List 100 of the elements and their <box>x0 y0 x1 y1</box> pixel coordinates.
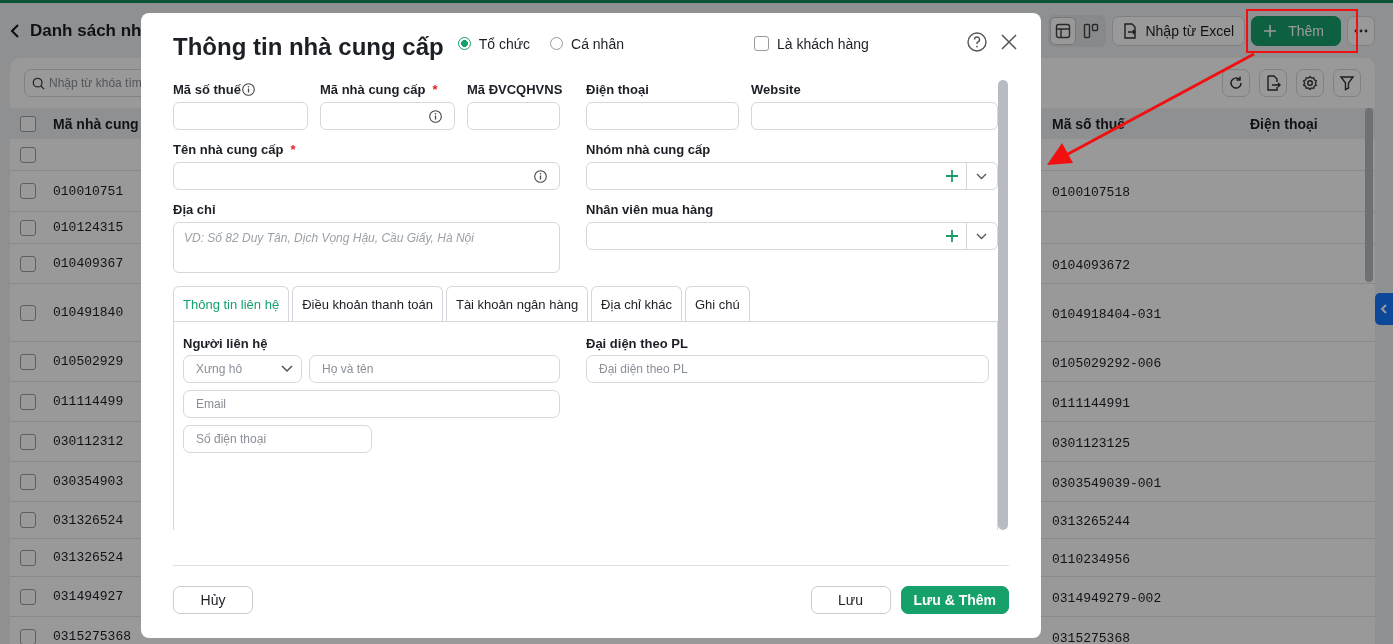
table-cell: 0111144991 <box>1052 395 1130 411</box>
board-icon <box>1083 22 1100 39</box>
refresh-icon <box>1228 75 1244 91</box>
supplier-code-field[interactable] <box>320 102 455 130</box>
chevron-down-icon[interactable] <box>976 172 987 180</box>
table-cell: 031326524 <box>53 550 124 565</box>
table-cell: 010409367 <box>53 256 124 271</box>
row-checkbox[interactable] <box>20 549 36 566</box>
supplier-name-field[interactable] <box>173 162 560 190</box>
row-checkbox[interactable] <box>20 393 36 410</box>
field-label: Website <box>751 81 801 97</box>
filter-button[interactable] <box>1333 69 1361 97</box>
field-label: Đại diện theo PL <box>586 335 688 351</box>
close-icon[interactable] <box>1001 33 1017 50</box>
cancel-button[interactable]: Hủy <box>173 586 253 614</box>
export-button[interactable] <box>1259 69 1287 97</box>
info-icon <box>241 82 255 96</box>
row-checkbox[interactable] <box>20 304 36 321</box>
phone-field[interactable] <box>586 102 739 130</box>
table-cell: 010491840 <box>53 305 124 320</box>
table-cell: 0314949279-002 <box>1052 590 1162 606</box>
table-view-button[interactable] <box>1050 16 1077 45</box>
table-cell: 0104093672 <box>1052 257 1130 273</box>
website-field[interactable] <box>751 102 998 130</box>
address-field[interactable]: VD: Số 82 Duy Tân, Dịch Vọng Hậu, Cầu Giấy, Hà Nội <box>173 222 560 273</box>
combo-field[interactable] <box>586 162 998 190</box>
row-checkbox[interactable] <box>20 255 36 272</box>
dialog-title: Thông tin nhà cung cấp <box>173 32 444 61</box>
field-label: Người liên hệ <box>183 335 268 351</box>
scrollbar[interactable] <box>1365 108 1373 282</box>
field-label: Điện thoại <box>586 81 649 97</box>
budget-code-field[interactable] <box>467 102 560 130</box>
table-cell: 010010751 <box>53 183 124 199</box>
back-icon[interactable] <box>10 23 20 38</box>
row-checkbox[interactable] <box>20 473 36 490</box>
row-checkbox[interactable] <box>20 146 36 163</box>
settings-icon <box>1302 75 1318 91</box>
radio-option[interactable]: Tổ chức <box>457 35 531 52</box>
full-name-field[interactable]: Họ và tên <box>309 355 560 383</box>
plus-icon <box>1264 24 1277 37</box>
row-checkbox[interactable] <box>20 183 36 199</box>
help-icon[interactable] <box>967 31 987 52</box>
table-cell: 0315275368 <box>53 629 131 644</box>
phone-number-field[interactable]: Số điện thoại <box>183 425 372 453</box>
email-field[interactable]: Email <box>183 390 560 418</box>
row-checkbox[interactable] <box>20 353 36 370</box>
select-all-checkbox[interactable] <box>20 115 36 132</box>
combo-field[interactable] <box>586 222 998 250</box>
table-cell: 0301123125 <box>1052 435 1130 451</box>
field-label: Nhân viên mua hàng <box>586 201 714 217</box>
tab[interactable]: Điều khoản thanh toán <box>292 286 443 321</box>
table-cell: 010124315 <box>53 220 124 235</box>
field-label: Mã nhà cung cấp <box>320 81 426 97</box>
table-icon <box>1055 22 1072 39</box>
tab[interactable]: Tài khoản ngân hàng <box>445 286 589 321</box>
chevron-down-icon[interactable] <box>976 232 987 240</box>
tab[interactable]: Ghi chú <box>684 286 750 321</box>
table-cell: 0100107518 <box>1052 185 1130 200</box>
table-cell: 0105029292-006 <box>1052 355 1162 371</box>
table-cell: 0104918404-031 <box>1052 306 1162 322</box>
chevron-left-icon <box>1380 304 1388 314</box>
tax-code-field[interactable] <box>173 102 308 130</box>
settings-button[interactable] <box>1296 69 1324 97</box>
add-icon[interactable] <box>946 170 958 182</box>
row-checkbox[interactable] <box>20 628 36 644</box>
table-cell: 0313265244 <box>1052 514 1130 529</box>
import-excel-button[interactable]: Nhập từ Excel <box>1112 15 1246 46</box>
field-label: Tên nhà cung cấp <box>173 141 284 157</box>
filter-icon <box>1339 75 1355 91</box>
table-cell: 0303549039-001 <box>1052 475 1162 491</box>
more-button[interactable] <box>1347 15 1375 46</box>
row-checkbox[interactable] <box>20 219 36 236</box>
save-button[interactable]: Lưu <box>810 586 891 614</box>
required-mark: * <box>432 81 438 97</box>
legal-representative-field[interactable]: Đại diện theo PL <box>586 355 989 383</box>
panel-toggle-button[interactable] <box>1375 293 1393 325</box>
table-cell: 031494927 <box>53 589 124 604</box>
file-import-icon <box>1123 22 1138 39</box>
add-icon[interactable] <box>946 230 958 242</box>
required-mark: * <box>290 141 296 157</box>
search-icon <box>32 76 45 90</box>
field-label: Nhóm nhà cung cấp <box>586 141 711 157</box>
info-icon <box>534 169 547 183</box>
table-cell: 0315275368 <box>1052 630 1130 644</box>
tab[interactable]: Địa chỉ khác <box>591 286 682 321</box>
row-checkbox[interactable] <box>20 512 36 528</box>
radio-option[interactable]: Cá nhân <box>550 35 624 52</box>
customer-checkbox[interactable]: Là khách hàng <box>754 35 869 52</box>
column-header: Mã nhà cung <box>53 115 139 132</box>
more-icon <box>1354 28 1368 33</box>
table-cell: 031326524 <box>53 512 124 528</box>
file-export-icon <box>1265 75 1281 91</box>
table-cell: 010502929 <box>53 354 124 369</box>
row-checkbox[interactable] <box>20 588 36 605</box>
refresh-button[interactable] <box>1222 69 1250 97</box>
row-checkbox[interactable] <box>20 433 36 450</box>
table-cell: 011114499 <box>53 394 124 409</box>
page-title: Danh sách nh <box>30 20 142 41</box>
scrollbar[interactable] <box>998 80 1008 530</box>
field-label: Mã ĐVCQHVNS <box>467 81 563 97</box>
